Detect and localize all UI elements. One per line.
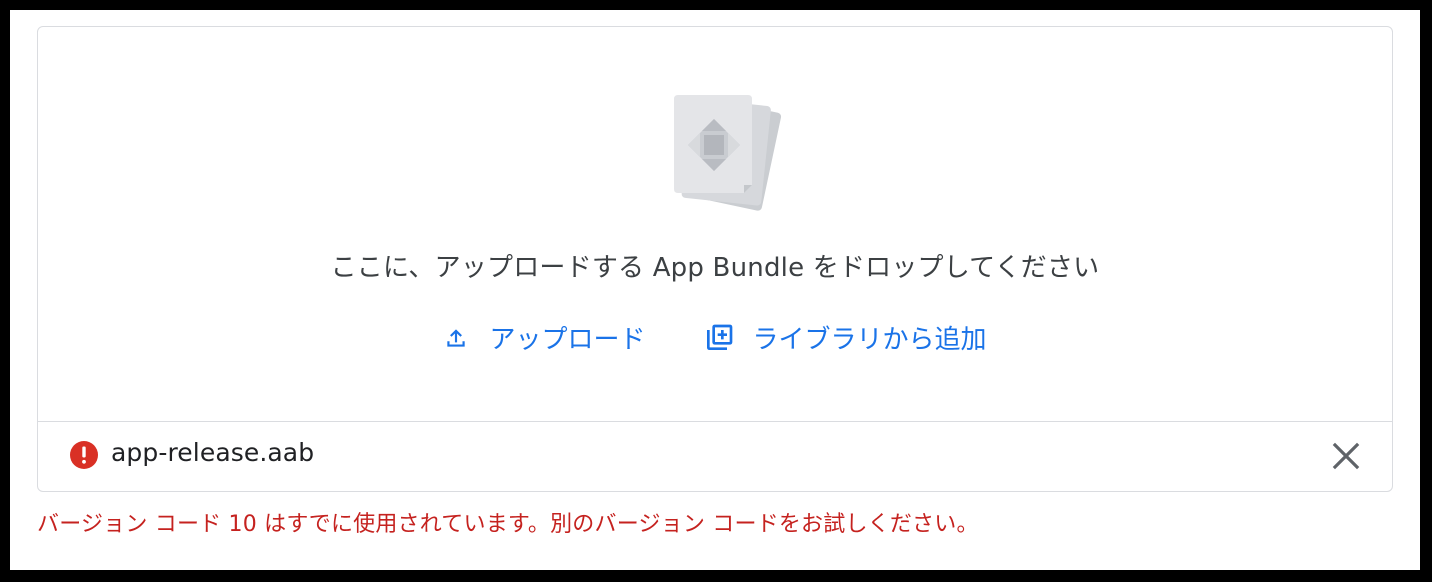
remove-file-button[interactable] <box>1330 440 1362 472</box>
add-from-library-button[interactable]: ライブラリから追加 <box>703 319 987 356</box>
drop-instruction-text: ここに、アップロードする App Bundle をドロップしてください <box>330 253 1100 283</box>
app-bundle-upload-card: ここに、アップロードする App Bundle をドロップしてください アップロ… <box>37 26 1393 492</box>
upload-icon <box>447 328 466 347</box>
upload-button[interactable]: アップロード <box>443 319 645 356</box>
add-to-library-icon <box>706 324 732 350</box>
app-bundle-files-icon <box>674 95 782 211</box>
add-from-library-label: ライブラリから追加 <box>752 325 987 355</box>
close-icon <box>1332 442 1360 470</box>
screenshot-frame: ここに、アップロードする App Bundle をドロップしてください アップロ… <box>10 10 1420 570</box>
upload-actions: アップロード ライブラリから追加 <box>38 319 1392 356</box>
error-icon <box>70 441 98 469</box>
uploaded-file-row: app-release.aab <box>38 422 1392 491</box>
file-name: app-release.aab <box>111 438 315 467</box>
version-code-error-message: バージョン コード 10 はすでに使用されています。別のバージョン コードをお試… <box>37 512 979 537</box>
upload-label: アップロード <box>489 325 646 355</box>
drop-zone[interactable]: ここに、アップロードする App Bundle をドロップしてください アップロ… <box>38 27 1392 421</box>
